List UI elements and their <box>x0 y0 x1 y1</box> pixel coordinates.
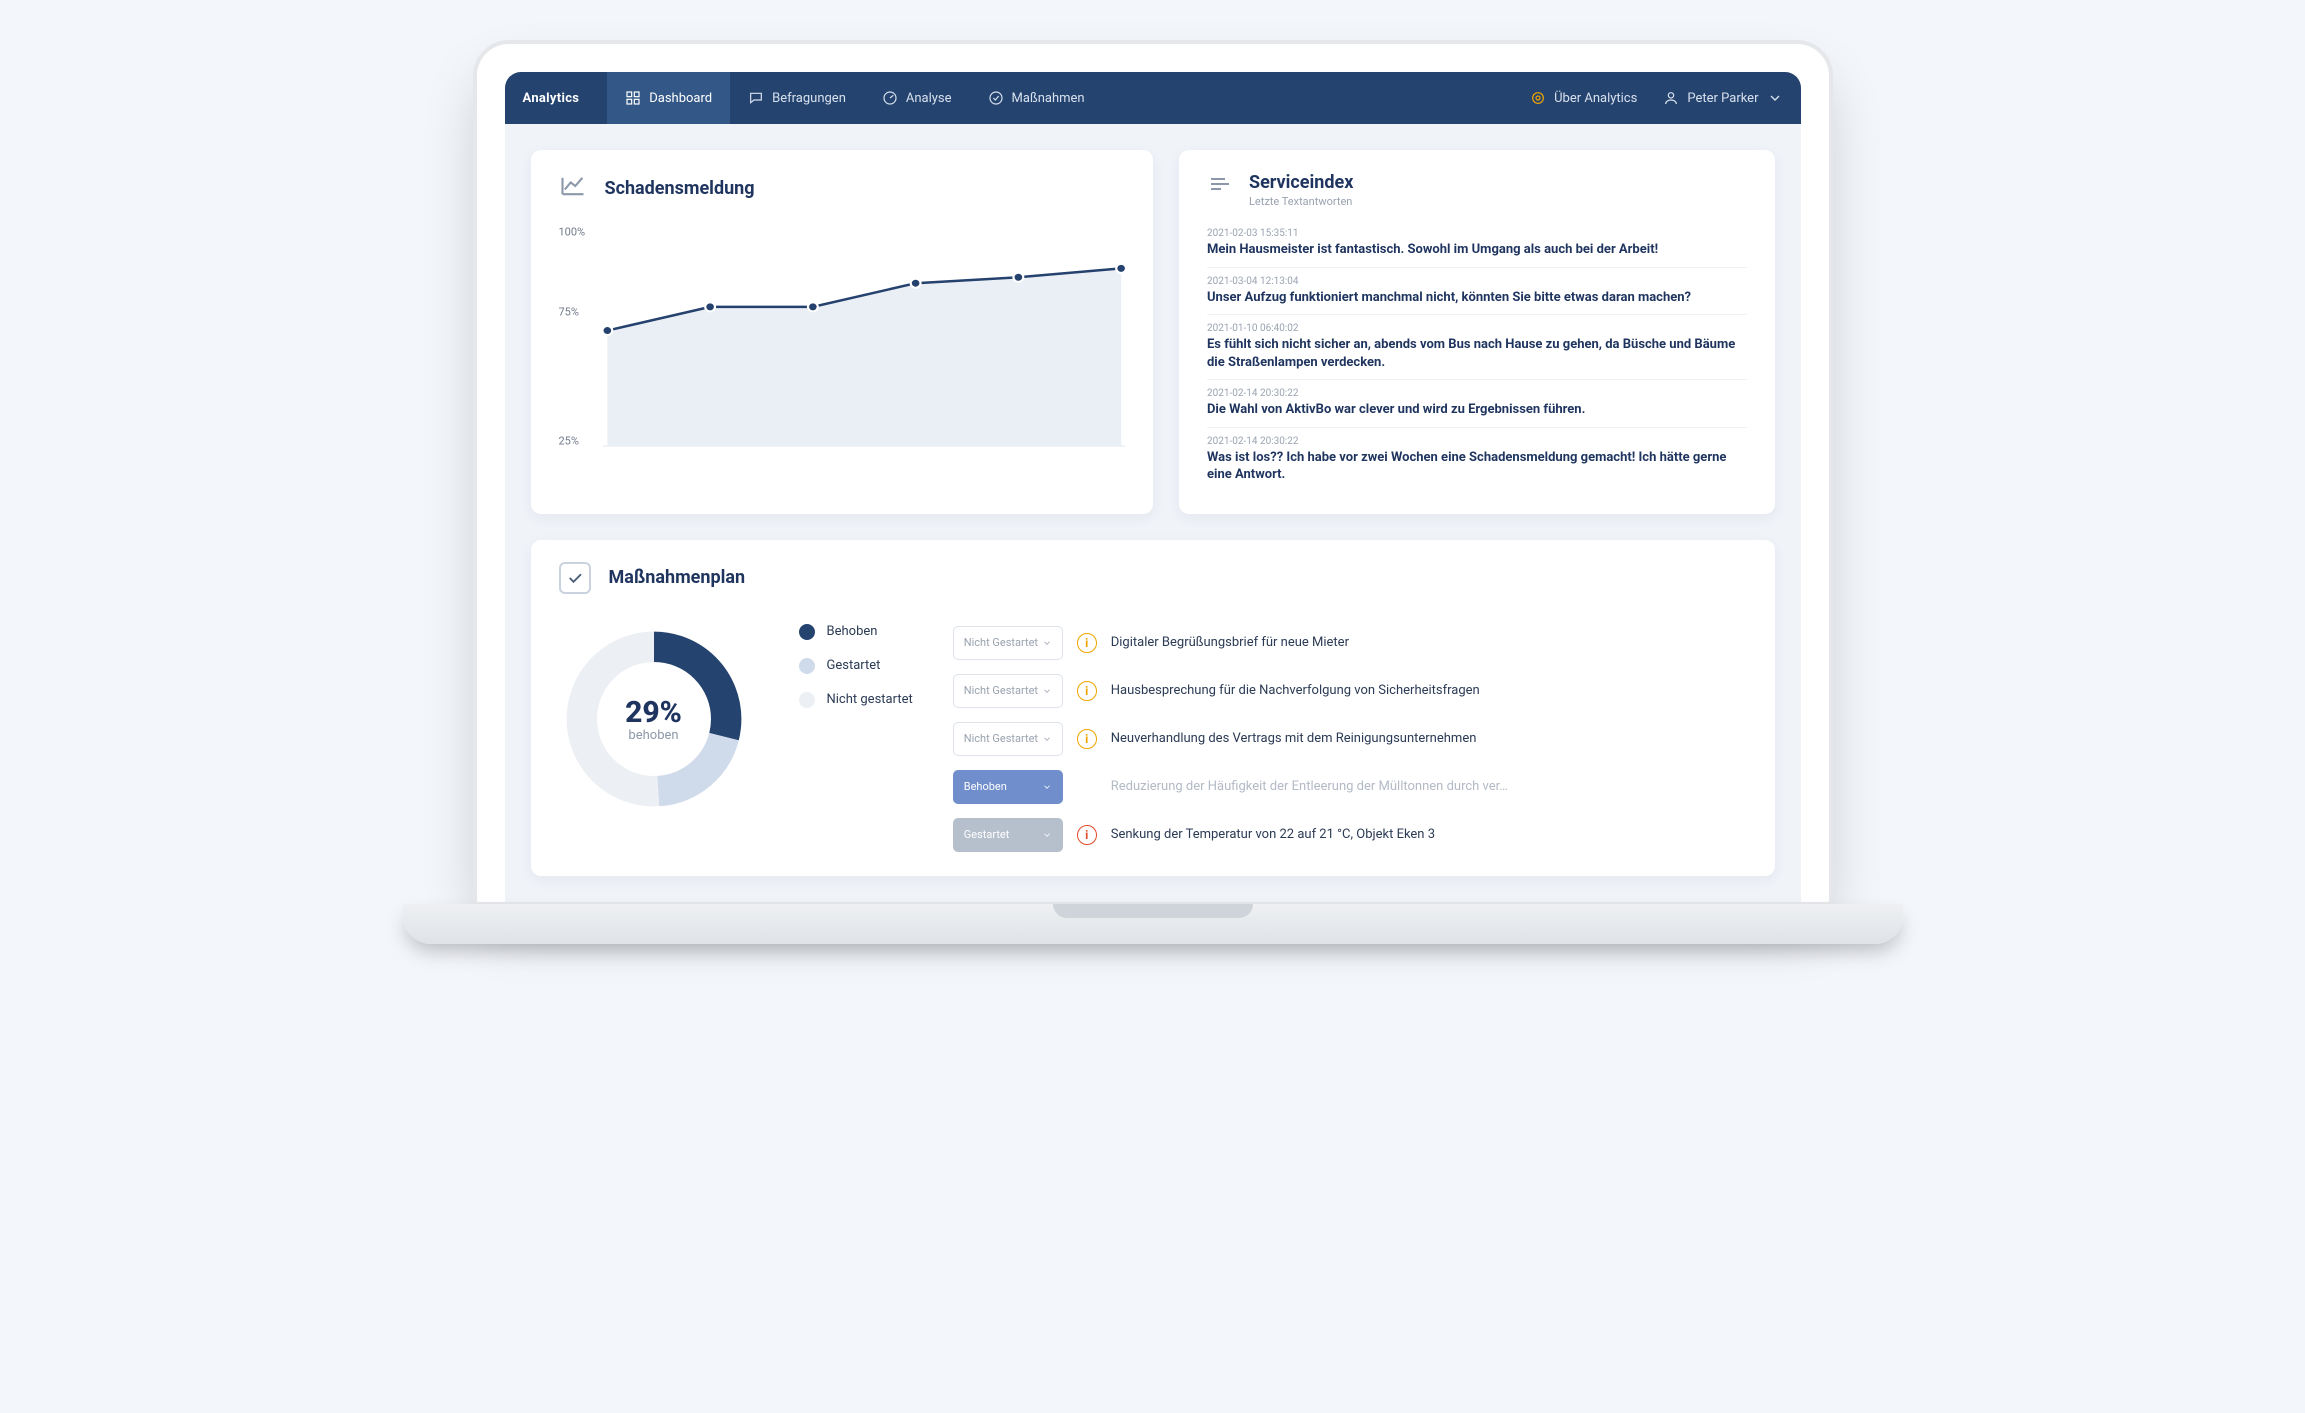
nav-maßnahmen[interactable]: Maßnahmen <box>970 72 1103 124</box>
main-nav: Dashboard Befragungen Analyse Maßnahmen <box>607 72 1102 124</box>
feed-item[interactable]: 2021-02-14 20:30:22 Was ist los?? Ich hab… <box>1207 427 1747 492</box>
task-title[interactable]: Senkung der Temperatur von 22 auf 21 °C,… <box>1111 827 1435 842</box>
status-select[interactable]: Gestartet <box>953 818 1063 852</box>
status-label: Behoben <box>964 780 1007 793</box>
card-subtitle: Letzte Textantworten <box>1249 195 1353 208</box>
feed-date: 2021-02-14 20:30:22 <box>1207 436 1747 447</box>
feed-date: 2021-02-03 15:35:11 <box>1207 228 1747 239</box>
donut-value: 29% <box>625 695 682 730</box>
priority-icon: i <box>1077 633 1097 653</box>
chevron-down-icon <box>1042 782 1052 792</box>
card-schadensmeldung: Schadensmeldung 100% 75% 25% <box>531 150 1153 514</box>
feed-item[interactable]: 2021-01-10 06:40:02 Es fühlt sich nicht s… <box>1207 314 1747 379</box>
check-icon <box>988 90 1004 106</box>
feed-text: Unser Aufzug funktioniert manchmal nicht… <box>1207 289 1747 307</box>
donut-label: behoben <box>628 728 678 743</box>
feed-item[interactable]: 2021-03-04 12:13:04 Unser Aufzug funktion… <box>1207 267 1747 315</box>
feed-list: 2021-02-03 15:35:11 Mein Hausmeister ist … <box>1207 220 1747 492</box>
card-title: Maßnahmenplan <box>609 567 746 588</box>
topbar-right: Über Analytics Peter Parker <box>1530 90 1782 106</box>
status-label: Nicht Gestartet <box>964 636 1038 649</box>
feed-date: 2021-03-04 12:13:04 <box>1207 276 1747 287</box>
chart: 100% 75% 25% <box>559 220 1125 450</box>
feed-text: Was ist los?? Ich habe vor zwei Wochen e… <box>1207 449 1747 484</box>
task-row: Nicht Gestartet i Neuverhandlung des Vertr… <box>953 720 1747 758</box>
priority-icon: i <box>1077 729 1097 749</box>
card-actionplan: Maßnahmenplan 29% <box>531 540 1775 876</box>
legend: Behoben Gestartet Nicht gestartet <box>789 624 913 708</box>
status-select[interactable]: Behoben <box>953 770 1063 804</box>
legend-item: Gestartet <box>799 658 913 674</box>
check-icon <box>559 562 591 594</box>
linechart-icon <box>559 172 587 204</box>
swatch <box>799 692 815 708</box>
nav-label: Befragungen <box>772 91 846 106</box>
status-select[interactable]: Nicht Gestartet <box>953 674 1063 708</box>
legend-item: Behoben <box>799 624 913 640</box>
about-link[interactable]: Über Analytics <box>1530 90 1637 106</box>
status-label: Gestartet <box>964 828 1010 841</box>
feed-item[interactable]: 2021-02-03 15:35:11 Mein Hausmeister ist … <box>1207 220 1747 267</box>
status-select[interactable]: Nicht Gestartet <box>953 722 1063 756</box>
task-row: BehobeniReduzierung der Häufigkeit der E… <box>953 768 1747 806</box>
topbar: Analytics Dashboard Befragungen Analyse Maß… <box>505 72 1801 124</box>
status-label: Nicht Gestartet <box>964 732 1038 745</box>
legend-label: Behoben <box>827 624 878 639</box>
nav-dashboard[interactable]: Dashboard <box>607 72 730 124</box>
chevron-down-icon <box>1767 90 1783 106</box>
laptop-frame: Analytics Dashboard Befragungen Analyse Maß… <box>473 40 1833 906</box>
card-title: Schadensmeldung <box>605 178 755 199</box>
card-title: Serviceindex <box>1249 172 1353 193</box>
user-name: Peter Parker <box>1687 91 1758 106</box>
nav-befragungen[interactable]: Befragungen <box>730 72 864 124</box>
laptop-base <box>403 904 1903 944</box>
feed-text: Mein Hausmeister ist fantastisch. Sowohl… <box>1207 241 1747 259</box>
task-row: Gestartet i Senkung der Temperatur von 22 … <box>953 816 1747 854</box>
brand: Analytics <box>523 91 580 106</box>
user-menu[interactable]: Peter Parker <box>1663 90 1782 106</box>
target-icon <box>1530 90 1546 106</box>
nav-analyse[interactable]: Analyse <box>864 72 970 124</box>
status-select[interactable]: Nicht Gestartet <box>953 626 1063 660</box>
chevron-down-icon <box>1042 638 1052 648</box>
ytick: 100% <box>559 225 586 238</box>
chevron-down-icon <box>1042 830 1052 840</box>
status-label: Nicht Gestartet <box>964 684 1038 697</box>
task-list: Nicht Gestartet i Digitaler Begrüßungsbrie… <box>953 624 1747 854</box>
feed-text: Es fühlt sich nicht sicher an, abends vo… <box>1207 336 1747 371</box>
chat-icon <box>748 90 764 106</box>
feed-date: 2021-02-14 20:30:22 <box>1207 388 1747 399</box>
feed-text: Die Wahl von AktivBo war clever und wird… <box>1207 401 1747 419</box>
grid-icon <box>625 90 641 106</box>
list-icon <box>1207 172 1231 200</box>
feed-date: 2021-01-10 06:40:02 <box>1207 323 1747 334</box>
legend-item: Nicht gestartet <box>799 692 913 708</box>
about-label: Über Analytics <box>1554 91 1637 106</box>
legend-label: Gestartet <box>827 658 881 673</box>
task-row: Nicht Gestartet i Digitaler Begrüßungsbrie… <box>953 624 1747 662</box>
nav-label: Maßnahmen <box>1012 91 1085 106</box>
ytick: 25% <box>559 434 579 447</box>
chevron-down-icon <box>1042 686 1052 696</box>
user-icon <box>1663 90 1679 106</box>
ytick: 75% <box>559 306 579 319</box>
task-title[interactable]: Reduzierung der Häufigkeit der Entleerun… <box>1111 779 1508 794</box>
task-row: Nicht Gestartet i Hausbesprechung für die … <box>953 672 1747 710</box>
swatch <box>799 658 815 674</box>
gauge-icon <box>882 90 898 106</box>
task-title[interactable]: Digitaler Begrüßungsbrief für neue Miete… <box>1111 635 1349 650</box>
swatch <box>799 624 815 640</box>
priority-icon: i <box>1077 825 1097 845</box>
task-title[interactable]: Hausbesprechung für die Nachverfolgung v… <box>1111 683 1480 698</box>
nav-label: Dashboard <box>649 91 712 106</box>
chevron-down-icon <box>1042 734 1052 744</box>
card-serviceindex: Serviceindex Letzte Textantworten 2021-0… <box>1179 150 1775 514</box>
feed-item[interactable]: 2021-02-14 20:30:22 Die Wahl von AktivBo … <box>1207 379 1747 427</box>
legend-label: Nicht gestartet <box>827 692 913 707</box>
priority-icon: i <box>1077 681 1097 701</box>
task-title[interactable]: Neuverhandlung des Vertrags mit dem Rein… <box>1111 731 1477 746</box>
app-screen: Analytics Dashboard Befragungen Analyse Maß… <box>505 72 1801 902</box>
donut-chart: 29% behoben <box>559 624 749 814</box>
nav-label: Analyse <box>906 91 952 106</box>
